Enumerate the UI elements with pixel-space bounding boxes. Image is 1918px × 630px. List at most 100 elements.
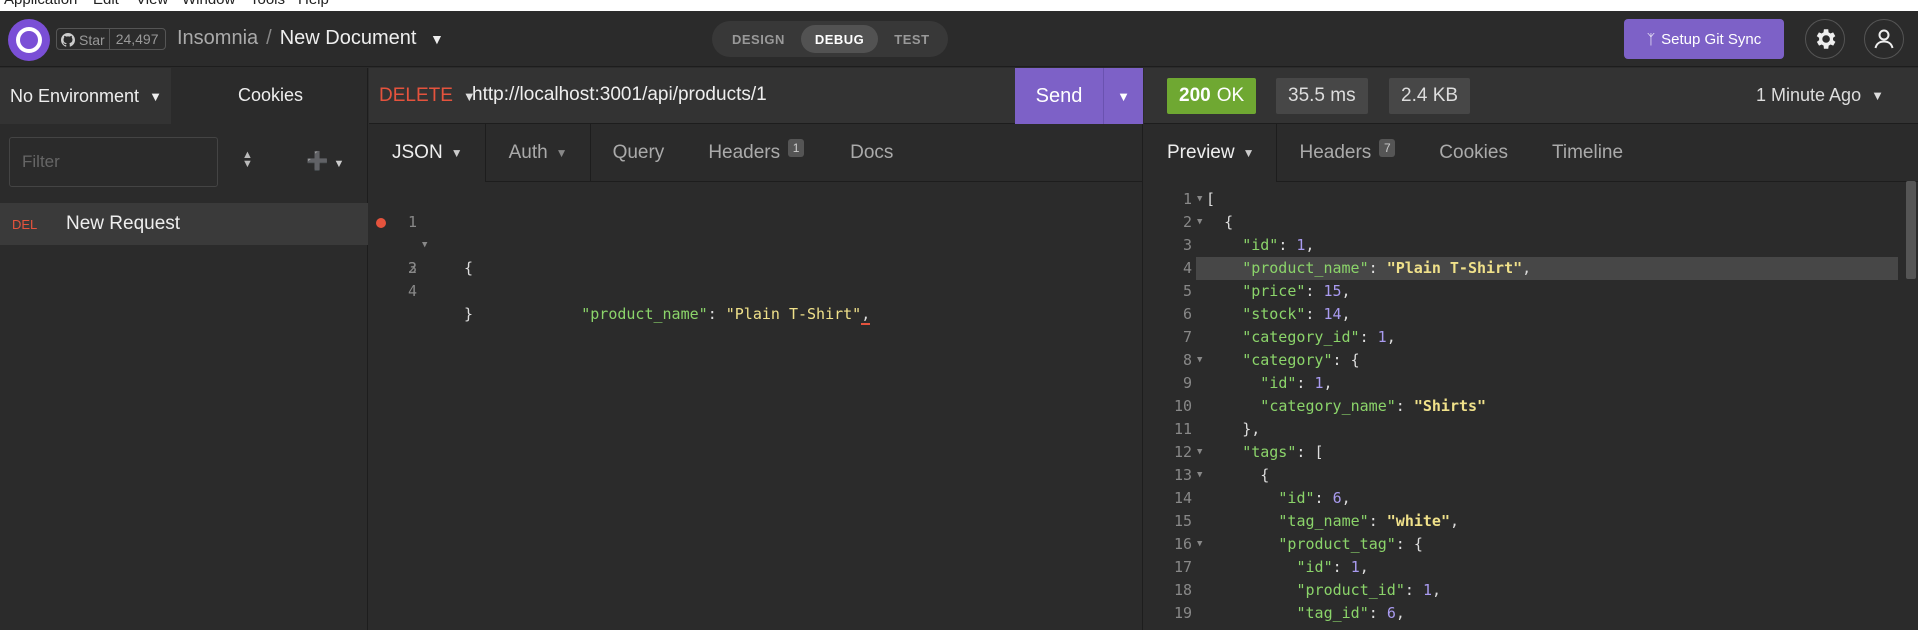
code-text: "category_id": 1, [1242,328,1396,346]
fold-icon[interactable]: ▼ [1197,441,1202,464]
menu-edit[interactable]: Edit [93,0,119,8]
github-star-count: 24,497 [108,29,165,49]
fold-icon[interactable]: ▼ [1197,533,1202,556]
fold-icon[interactable]: ▼ [1197,188,1202,211]
account-button[interactable] [1864,19,1904,59]
sidebar-request-item[interactable]: DEL New Request [0,203,368,245]
code-text: } [464,305,474,323]
github-star-label: Star [79,32,105,48]
filter-input[interactable] [9,137,218,187]
tab-label: Auth [508,142,548,163]
request-method-badge: DEL [12,216,38,232]
line-number: 15 [1173,512,1192,530]
line-number: 10 [1173,397,1192,415]
menu-window[interactable]: Window [182,0,235,8]
sort-button[interactable]: ▲ ▼ [242,149,253,172]
line-number: 14 [1173,489,1192,507]
line-number: 4 [1182,259,1192,277]
tab-timeline[interactable]: Timeline [1530,124,1645,182]
tab-response-cookies[interactable]: Cookies [1417,124,1530,182]
request-body-editor[interactable]: 1 ▼ { 2 "product_name": "Plain T-Shirt",… [369,188,1143,325]
menu-help[interactable]: Help [298,0,329,8]
url-bar: DELETE ▼ http://localhost:3001/api/produ… [369,68,1143,124]
mode-design-tab[interactable]: DESIGN [718,25,799,53]
send-button[interactable]: Send ▼ [1015,68,1143,124]
tab-label: Timeline [1551,142,1624,163]
caret-down-icon: ▼ [450,146,463,160]
response-code-line: 18 "product_id": 1, [1144,579,1904,602]
app-menubar: Application Edit View Window Tools Help [0,0,1918,11]
response-code-line: 7 "category_id": 1, [1144,326,1904,349]
response-code-line: 4 "product_name": "Plain T-Shirt", [1144,257,1904,280]
json-key: "product_name" [581,305,708,323]
json-value: "Plain T-Shirt" [725,305,862,323]
code-text: { [1260,466,1270,484]
header: Star 24,497 Insomnia / New Document ▼ DESI… [0,11,1918,67]
response-code-line: 10 "category_name": "Shirts" [1144,395,1904,418]
caret-down-icon[interactable]: ▼ [430,31,444,47]
status-text: OK [1216,85,1245,106]
tab-docs[interactable]: Docs [826,124,915,182]
response-history-dropdown[interactable]: 1 Minute Ago ▼ [1756,85,1884,106]
mode-test-tab[interactable]: TEST [880,25,943,53]
response-code-line: 16 ▼ "product_tag": { [1144,533,1904,556]
code-line: 1 ▼ { [369,188,1143,277]
response-tabs: Preview ▼ Headers 7 Cookies Timeline [1144,124,1918,182]
headers-count-badge: 1 [788,139,805,157]
workspace-name[interactable]: Insomnia [177,27,258,49]
tab-label: JSON [392,142,443,163]
line-number: 9 [1182,374,1192,392]
response-scrollbar[interactable] [1906,181,1916,279]
code-text: }, [1242,420,1261,438]
sort-icon: ▲ ▼ [242,149,253,170]
cookies-button[interactable]: Cookies [238,85,303,106]
code-text: "id": 1, [1260,374,1333,392]
mode-debug-tab[interactable]: DEBUG [800,25,879,53]
fold-icon[interactable]: ▼ [1197,349,1202,372]
github-star-button[interactable]: Star 24,497 [56,28,166,50]
method-dropdown[interactable]: DELETE ▼ [379,85,476,107]
fold-icon[interactable]: ▼ [1197,464,1202,487]
menu-application[interactable]: Application [4,0,77,8]
code-line: 4 } [369,257,1143,323]
tab-headers[interactable]: Headers 1 [686,124,826,182]
user-icon [1874,29,1894,49]
line-number: 4 [407,282,417,300]
menu-view[interactable]: View [136,0,168,8]
response-size-badge: 2.4 KB [1389,78,1471,114]
tab-label: Headers [708,142,781,163]
document-name[interactable]: New Document [280,27,417,49]
response-timestamp: 1 Minute Ago [1756,85,1862,105]
tab-preview[interactable]: Preview ▼ [1144,124,1278,182]
response-body-viewer[interactable]: 1 ▼[2 ▼{3 "id": 1, 4 "product_name": "Plain T… [1144,188,1904,625]
url-input[interactable]: http://localhost:3001/api/products/1 [472,84,767,106]
response-code-line: 2 ▼ { [1144,211,1904,234]
tab-auth[interactable]: Auth ▼ [486,124,591,182]
line-number: 2 [1182,213,1192,231]
menu-tools[interactable]: Tools [250,0,285,8]
tab-body-json[interactable]: JSON ▼ [369,124,486,182]
response-code-line: 17 "id": 1, [1144,556,1904,579]
send-options-caret-icon[interactable]: ▼ [1103,68,1143,124]
fold-icon[interactable]: ▼ [1197,211,1202,234]
json-trailing-comma: , [861,305,871,325]
code-text: "price": 15, [1242,282,1351,300]
environment-selector[interactable]: No Environment ▼ [0,68,171,124]
insomnia-logo[interactable] [8,19,50,61]
code-text: [ [1206,190,1216,208]
plus-circle-icon: ➕ [306,151,329,171]
line-number: 19 [1173,604,1192,622]
request-pane: DELETE ▼ http://localhost:3001/api/produ… [369,68,1143,630]
tab-query[interactable]: Query [591,124,687,182]
mode-switcher: DESIGN DEBUG TEST [712,21,948,57]
method-label: DELETE [379,85,453,106]
add-request-button[interactable]: ➕ ▼ [306,151,344,172]
line-number: 12 [1173,443,1192,461]
setup-git-sync-button[interactable]: ᛉ Setup Git Sync [1624,19,1784,59]
tab-response-headers[interactable]: Headers 7 [1277,124,1417,182]
code-text: { [1224,213,1234,231]
tab-label: Cookies [1439,142,1508,163]
settings-button[interactable] [1805,19,1845,59]
caret-down-icon: ▼ [555,146,568,160]
response-time-badge: 35.5 ms [1276,78,1368,114]
